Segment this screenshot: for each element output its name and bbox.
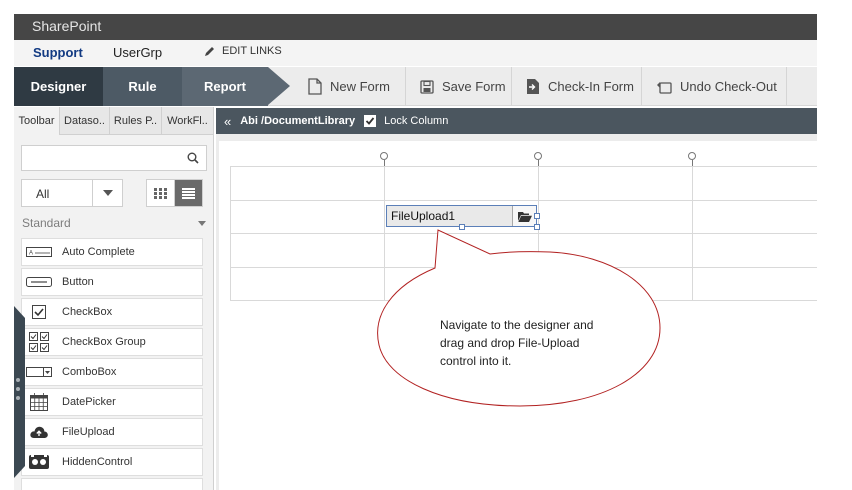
grid-line	[230, 233, 817, 234]
tab-rule[interactable]: Rule	[103, 67, 182, 106]
toolbox-panel: Toolbar Dataso.. Rules P.. WorkFl.. All …	[14, 107, 214, 490]
control-label: Button	[62, 276, 94, 288]
grid-line	[230, 267, 817, 268]
tab-datasource[interactable]: Dataso..	[60, 107, 110, 135]
grid-line	[230, 166, 231, 301]
callout-line: drag and drop File-Upload	[440, 336, 580, 350]
tab-designer[interactable]: Designer	[14, 67, 103, 106]
checkmark-icon	[366, 117, 375, 125]
save-form-button[interactable]: Save Form	[406, 67, 512, 106]
checkbox-icon	[22, 305, 56, 319]
library-path-bar: « Abi /DocumentLibrary Lock Column	[216, 108, 817, 134]
search-icon[interactable]	[180, 146, 206, 170]
pencil-icon	[205, 47, 214, 56]
chevron-down-icon	[92, 180, 122, 206]
control-next-partial[interactable]	[21, 478, 203, 490]
callout-line: control into it.	[440, 354, 512, 368]
grid-view-icon	[154, 187, 167, 199]
callout-line: Navigate to the designer and	[440, 318, 594, 332]
combobox-icon	[22, 367, 56, 377]
check-in-form-label: Check-In Form	[548, 79, 634, 94]
tab-workflow[interactable]: WorkFl..	[162, 107, 213, 135]
collapse-caret-icon	[198, 221, 206, 226]
tab-rules-panel[interactable]: Rules P..	[110, 107, 162, 135]
standard-section-header[interactable]: Standard	[22, 216, 206, 232]
new-form-label: New Form	[330, 79, 390, 94]
new-document-icon	[308, 78, 322, 95]
undo-icon	[657, 81, 672, 94]
folder-open-icon	[517, 211, 532, 222]
undo-check-out-button[interactable]: Undo Check-Out	[642, 67, 787, 106]
column-resize-handle[interactable]	[534, 152, 542, 160]
section-title: Standard	[22, 216, 71, 230]
control-button[interactable]: Button	[21, 268, 203, 296]
grid-line	[384, 166, 385, 301]
top-bar: SharePoint	[14, 14, 817, 40]
callout-text: Navigate to the designer and drag and dr…	[440, 316, 620, 370]
checkbox-group-icon	[22, 332, 56, 352]
control-label: CheckBox	[62, 306, 113, 318]
site-nav: Support UserGrp EDIT LINKS	[14, 40, 817, 66]
control-auto-complete[interactable]: A Auto Complete	[21, 238, 203, 266]
app-title[interactable]: SharePoint	[32, 18, 101, 34]
control-datepicker[interactable]: DatePicker	[21, 388, 203, 416]
site-link-usergrp[interactable]: UserGrp	[113, 45, 162, 60]
control-hidden-control[interactable]: HiddenControl	[21, 448, 203, 476]
control-fileupload[interactable]: FileUpload	[21, 418, 203, 446]
calendar-icon	[22, 393, 56, 411]
tab-toolbar[interactable]: Toolbar	[14, 107, 60, 135]
cloud-upload-icon	[22, 426, 56, 439]
control-label: CheckBox Group	[62, 336, 146, 348]
edit-links-label: EDIT LINKS	[222, 45, 282, 57]
toolbox-search-input[interactable]	[21, 145, 207, 171]
tab-report-arrow	[268, 67, 290, 105]
column-resize-handle[interactable]	[688, 152, 696, 160]
grid-view-button[interactable]	[146, 179, 175, 207]
control-label: Auto Complete	[62, 246, 135, 258]
ribbon: Designer Rule Report New Form Save Form …	[14, 67, 817, 106]
button-control-icon	[22, 277, 56, 287]
tab-report[interactable]: Report	[182, 67, 268, 106]
list-view-icon	[182, 187, 195, 199]
grid-line	[692, 166, 693, 301]
check-in-form-button[interactable]: Check-In Form	[512, 67, 642, 106]
library-path: Abi /DocumentLibrary	[240, 115, 356, 127]
save-form-label: Save Form	[442, 79, 506, 94]
control-checkbox[interactable]: CheckBox	[21, 298, 203, 326]
new-form-button[interactable]: New Form	[294, 67, 406, 106]
control-label: HiddenControl	[62, 456, 133, 468]
grid-line	[230, 300, 817, 301]
grid-line	[230, 166, 817, 167]
selection-handle[interactable]	[534, 224, 540, 230]
auto-complete-icon: A	[22, 247, 56, 257]
svg-text:A: A	[29, 251, 33, 257]
selection-handle[interactable]	[534, 213, 540, 219]
control-label: DatePicker	[62, 396, 116, 408]
form-layout-grid[interactable]	[230, 166, 817, 301]
selection-handle[interactable]	[459, 224, 465, 230]
undo-check-out-label: Undo Check-Out	[680, 79, 777, 94]
floppy-save-icon	[420, 79, 434, 94]
control-filter-select[interactable]: All	[21, 179, 123, 207]
lock-column-checkbox[interactable]	[364, 115, 377, 127]
toolbox-tabs: Toolbar Dataso.. Rules P.. WorkFl..	[14, 107, 213, 135]
browse-button[interactable]	[512, 206, 536, 226]
collapse-left-icon[interactable]: «	[224, 114, 231, 129]
check-in-icon	[527, 79, 539, 94]
control-filter-value: All	[36, 187, 50, 201]
fileupload-field-name: FileUpload1	[391, 209, 456, 223]
control-checkbox-group[interactable]: CheckBox Group	[21, 328, 203, 356]
grid-line	[538, 166, 539, 301]
list-view-button[interactable]	[174, 179, 203, 207]
drag-grip-icon[interactable]	[16, 378, 22, 405]
control-label: FileUpload	[62, 426, 115, 438]
site-link-support[interactable]: Support	[33, 45, 83, 60]
edit-links-button[interactable]: EDIT LINKS	[204, 45, 282, 57]
hidden-control-icon	[22, 455, 56, 469]
column-resize-handle[interactable]	[380, 152, 388, 160]
control-label: ComboBox	[62, 366, 117, 378]
grid-line	[230, 200, 817, 201]
lock-column-label: Lock Column	[384, 115, 449, 127]
control-combobox[interactable]: ComboBox	[21, 358, 203, 386]
